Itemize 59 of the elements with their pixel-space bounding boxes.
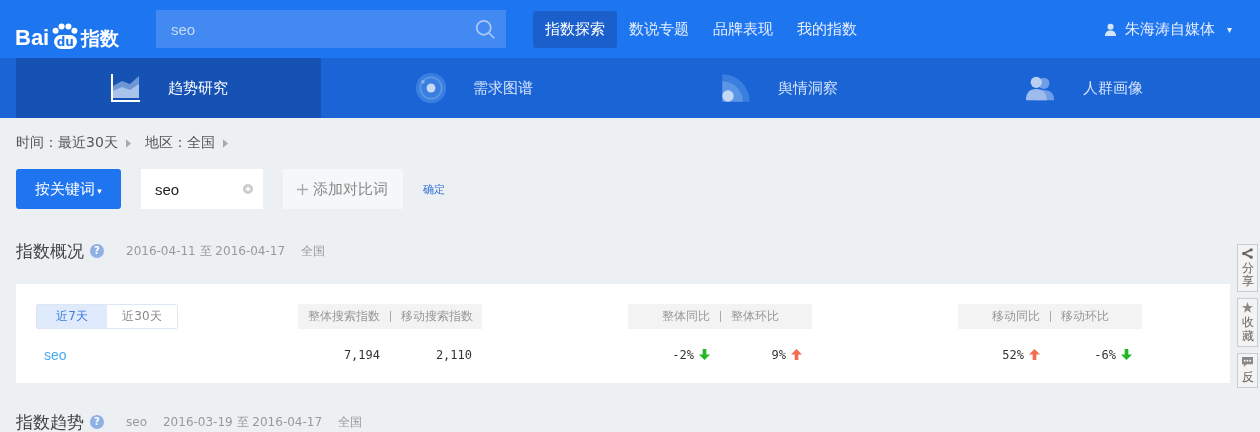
filter-link[interactable]: 时间：最近30天 [16,134,118,152]
caret-icon[interactable]: ▾ [1226,23,1232,35]
signal-icon [719,72,752,104]
up-arrow-icon [1029,349,1040,360]
caret-icon[interactable] [125,138,131,148]
keyword-link[interactable]: seo [44,346,67,363]
section-meta: seo [126,415,147,429]
column-header: 整体搜索指数 移动搜索指数 [298,304,482,329]
star-icon [1242,302,1253,314]
down-arrow-icon [1121,349,1132,360]
plus-icon[interactable] [243,184,253,194]
side-tool-button[interactable]: 反 [1237,352,1258,388]
section-meta: 全国 [338,413,363,431]
value-cell: 9% [771,347,786,362]
section-tab[interactable]: 舆情洞察 [626,58,931,118]
caret-icon[interactable] [222,138,228,148]
section-meta: 全国 [301,242,326,260]
filter-link[interactable]: 地区：全国 [144,134,215,152]
paw-logo: du [50,23,81,49]
orbit-icon [414,72,447,104]
nav-link[interactable]: 品牌表现 [701,10,785,48]
column-header: 移动同比 移动环比 [958,304,1142,329]
section-title: 指数概况 [16,239,84,263]
value-cell: 2,110 [435,347,472,362]
keyword-field[interactable]: seo [141,169,263,209]
share-icon [1242,248,1253,259]
user-menu[interactable]: 朱海涛自媒体 [1124,19,1215,39]
plus-icon [297,183,308,195]
down-arrow-icon [699,349,710,360]
chat-icon [1242,356,1253,368]
nav-link[interactable]: 数说专题 [617,10,701,48]
section-tab[interactable]: 趋势研究 [16,58,321,118]
help-icon[interactable]: ? [90,415,104,429]
area-chart-icon [109,72,142,104]
side-tool-button[interactable]: 分享 [1237,244,1258,293]
value-cell: -2% [672,347,694,362]
help-icon[interactable]: ? [90,244,104,258]
user-icon [1103,22,1117,36]
nav-link[interactable]: 我的指数 [785,10,869,48]
column-header: 整体同比 整体环比 [628,304,812,329]
search-field[interactable]: seo [156,10,506,48]
confirm-link[interactable]: 确定 [423,181,445,197]
logo-text: Bai [15,27,50,49]
section-tab[interactable]: 需求图谱 [321,58,626,118]
section-title: 指数趋势 [16,410,84,432]
logo-text: 指数 [81,27,120,49]
up-arrow-icon [791,349,802,360]
value-cell: 52% [1002,347,1024,362]
search-icon[interactable] [475,18,496,40]
value-cell: 7,194 [343,347,380,362]
period-tab[interactable]: 近7天 [37,305,107,328]
add-term-field[interactable]: 添加对比词 [283,169,403,209]
section-tab[interactable]: 人群画像 [931,58,1236,118]
value-cell: -6% [1094,347,1116,362]
nav-link[interactable]: 指数探索 [533,10,617,48]
section-meta: 2016-03-19 至 2016-04-17 [163,413,323,431]
mode-button[interactable]: 按关键词▾ [16,169,121,209]
section-meta: 2016-04-11 至 2016-04-17 [126,242,286,260]
side-tool-button[interactable]: 收藏 [1237,298,1258,347]
